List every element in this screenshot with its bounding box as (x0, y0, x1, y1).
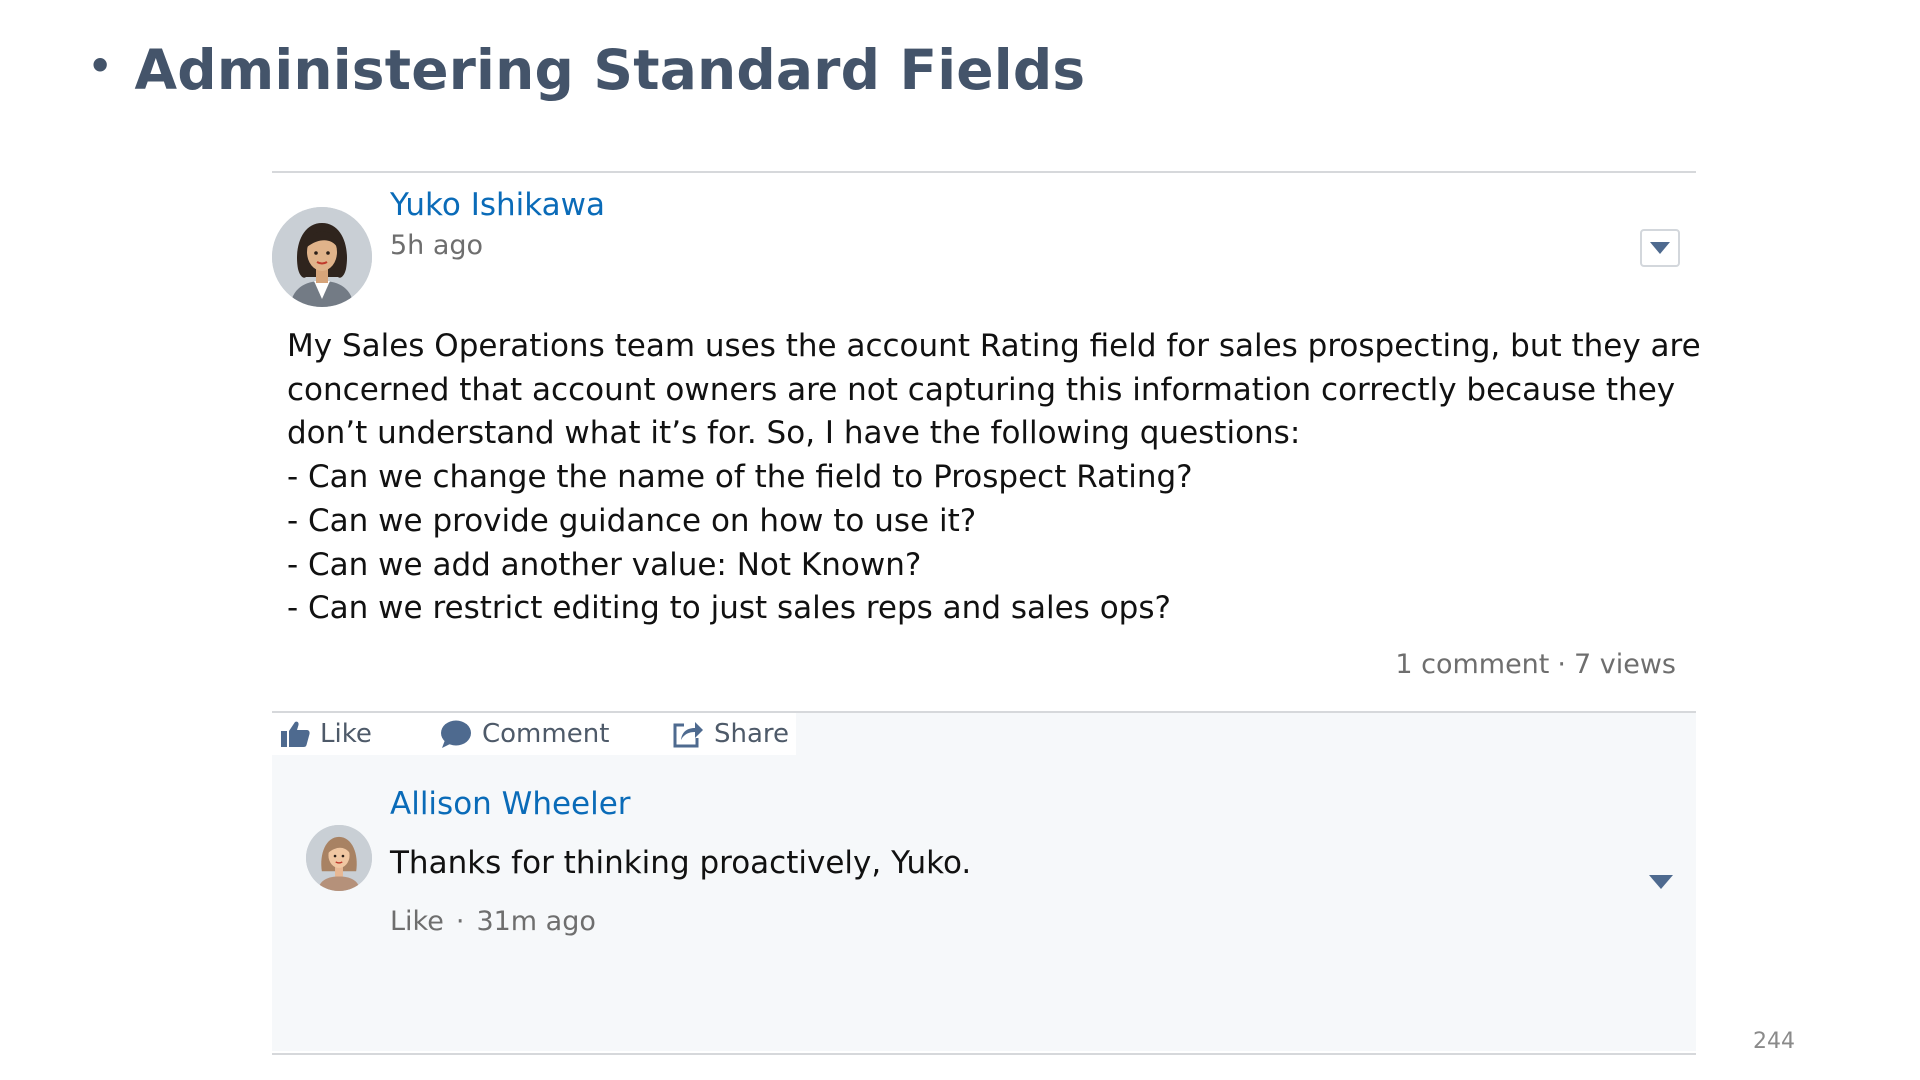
chevron-down-icon (1650, 242, 1670, 254)
post-body-line: - Can we add another value: Not Known? (287, 546, 922, 583)
post-options-button[interactable] (1640, 229, 1680, 267)
comment-button-label: Comment (482, 719, 610, 749)
slide-title-text: Administering Standard Fields (134, 38, 1086, 102)
post-body-line: - Can we restrict editing to just sales … (287, 590, 1171, 627)
comment-button[interactable]: Comment (440, 713, 609, 755)
comment-author-link[interactable]: Allison Wheeler (390, 786, 631, 822)
post-action-bar: Like Comment Share (272, 711, 1696, 775)
post-body-line: My Sales Operations team uses the accoun… (287, 328, 1701, 364)
comment-text: Thanks for thinking proactively, Yuko. (390, 845, 972, 881)
chatter-post: Yuko Ishikawa 5h ago My Sales Operations… (272, 171, 1701, 1055)
post-body-line: - Can we provide guidance on how to use … (287, 502, 977, 539)
comment-meta: Like · 31m ago (390, 906, 596, 937)
post-body-line: concerned that account owners are not ca… (287, 371, 1676, 408)
like-button[interactable]: Like (280, 713, 372, 755)
view-count: 7 views (1573, 649, 1676, 680)
post-timestamp[interactable]: 5h ago (390, 230, 483, 261)
user-avatar-icon (272, 207, 372, 307)
thumbs-up-icon (281, 721, 310, 747)
post-author-link[interactable]: Yuko Ishikawa (390, 187, 605, 223)
comment-thread: Allison Wheeler Thanks for thinking proa… (272, 773, 1696, 1051)
avatar[interactable] (272, 207, 372, 307)
post-body-line: - Can we change the name of the field to… (287, 459, 1193, 496)
speech-bubble-icon (441, 720, 471, 748)
post-body-line: don’t understand what it’s for. So, I ha… (287, 415, 1301, 452)
user-avatar-icon (306, 825, 372, 891)
avatar[interactable] (306, 825, 372, 891)
stats-separator: · (1557, 649, 1566, 680)
action-buttons: Like Comment Share (272, 713, 796, 755)
page-number: 244 (1753, 1029, 1795, 1054)
post-body: My Sales Operations team uses the accoun… (287, 325, 1701, 631)
like-button-label: Like (320, 719, 372, 749)
share-button-label: Share (714, 719, 790, 749)
title-bullet: • (88, 44, 113, 88)
share-icon (673, 722, 703, 748)
post-stats: 1 comment · 7 views (1395, 649, 1676, 680)
comment-count-link[interactable]: 1 comment (1395, 649, 1549, 680)
share-button[interactable]: Share (672, 713, 789, 755)
chevron-down-icon (1649, 875, 1673, 889)
comment-timestamp[interactable]: 31m ago (476, 906, 595, 937)
comment-options-button[interactable] (1648, 873, 1674, 891)
comment-like-link[interactable]: Like (390, 906, 444, 937)
comment-meta-separator: · (455, 906, 465, 937)
slide-title: • Administering Standard Fields (88, 38, 1085, 102)
